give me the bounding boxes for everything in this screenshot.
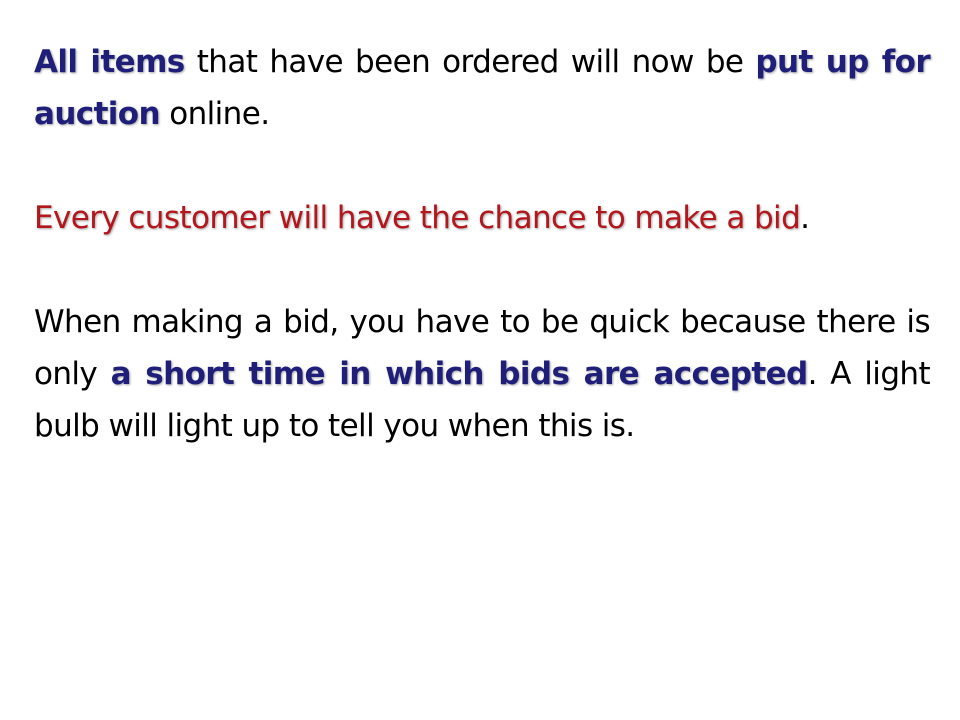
- highlight-short-time: a short time in which bids are accepted: [110, 356, 809, 392]
- paragraph-bid-chance: Every customer will have the chance to m…: [34, 192, 930, 244]
- highlight-every-customer: Every customer will have the chance to m…: [34, 200, 801, 236]
- paragraph-auction: All items that have been ordered will no…: [34, 36, 931, 140]
- paragraph-text: .: [800, 200, 810, 236]
- paragraph-text: online.: [159, 96, 270, 132]
- paragraph-text: that have been ordered will now be: [184, 44, 756, 80]
- slide-content: All items that have been ordered will no…: [34, 36, 931, 452]
- paragraph-bid-timing: When making a bid, you have to be quick …: [34, 296, 931, 452]
- highlight-all-items: All items: [34, 44, 185, 80]
